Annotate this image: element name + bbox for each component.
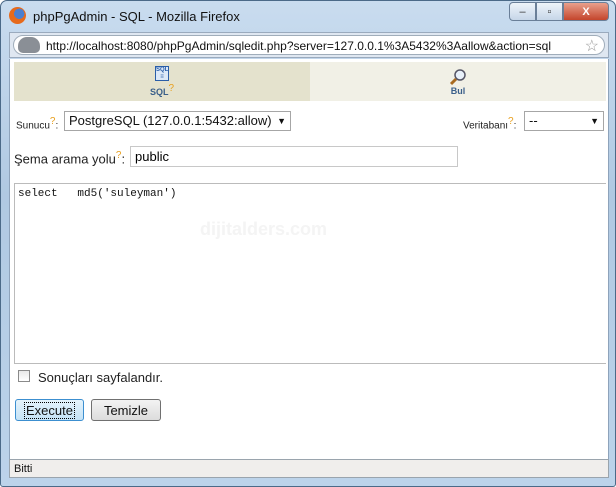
status-bar: Bitti [9, 459, 609, 478]
chevron-down-icon: ▼ [277, 116, 286, 126]
help-icon[interactable]: ? [50, 116, 56, 127]
paginate-label: Sonuçları sayfalandır. [38, 370, 164, 385]
bookmark-star-icon[interactable]: ☆ [585, 36, 599, 56]
help-icon[interactable]: ? [116, 150, 122, 161]
paginate-checkbox[interactable] [18, 370, 30, 382]
tab-bul[interactable]: Bul [310, 62, 606, 101]
server-select[interactable]: PostgreSQL (127.0.0.1:5432:allow) ▼ [64, 111, 291, 131]
url-text: http://localhost:8080/phpPgAdmin/sqledit… [46, 39, 552, 53]
site-elephant-icon [18, 37, 40, 53]
sql-icon: SQL ≡ [155, 66, 169, 81]
url-input[interactable]: http://localhost:8080/phpPgAdmin/sqledit… [13, 35, 605, 55]
magnifier-icon [449, 68, 466, 85]
clear-button[interactable]: Temizle [91, 399, 161, 421]
help-icon[interactable]: ? [168, 83, 174, 94]
url-bar: http://localhost:8080/phpPgAdmin/sqledit… [9, 32, 609, 58]
schema-label: Şema arama yolu [14, 151, 116, 167]
tab-bul-label: Bul [450, 85, 466, 96]
maximize-button[interactable]: ▫ [536, 2, 563, 21]
sql-query-textarea[interactable]: select md5('suleyman') [14, 183, 606, 364]
database-label: Veritabanı [463, 120, 509, 132]
help-icon[interactable]: ? [508, 116, 514, 127]
server-value: PostgreSQL (127.0.0.1:5432:allow) [69, 113, 272, 128]
execute-button[interactable]: Execute [15, 399, 84, 421]
tab-sql[interactable]: SQL ≡ SQL? [14, 62, 310, 101]
tab-sql-label: SQL [149, 87, 169, 97]
chevron-down-icon: ▼ [590, 116, 599, 126]
watermark: dijitalders.com [200, 219, 328, 239]
server-label: Sunucu [16, 120, 50, 132]
query-text: select md5('suleyman') [18, 188, 177, 200]
browser-window: phpPgAdmin - SQL - Mozilla Firefox – ▫ X… [0, 0, 616, 487]
firefox-icon [9, 7, 26, 24]
schema-input[interactable]: public [130, 146, 458, 167]
database-value: -- [529, 113, 538, 128]
minimize-button[interactable]: – [509, 2, 536, 21]
close-button[interactable]: X [563, 2, 609, 21]
page-content: SQL ≡ SQL? Bul Sunucu?: PostgreSQL (127.0… [9, 59, 609, 459]
window-title: phpPgAdmin - SQL - Mozilla Firefox [33, 9, 240, 24]
database-select[interactable]: -- ▼ [524, 111, 604, 131]
